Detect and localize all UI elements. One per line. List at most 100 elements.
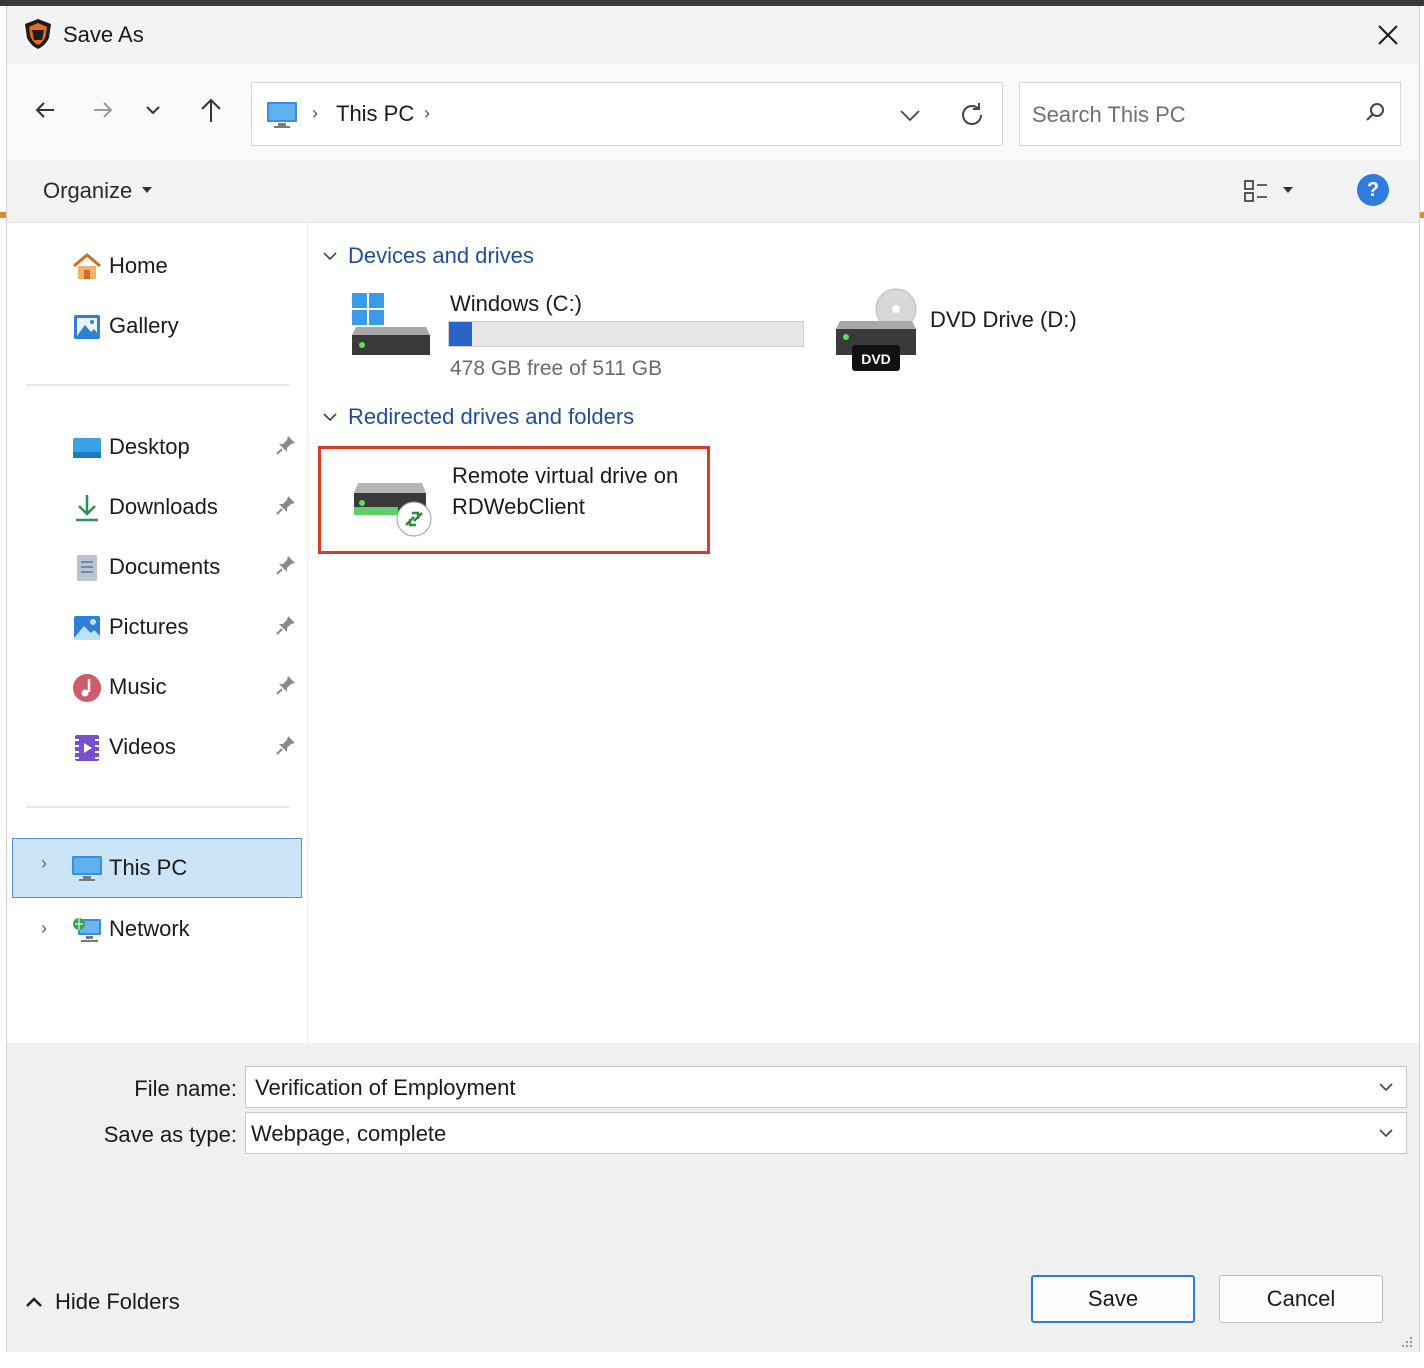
- save-button[interactable]: Save: [1031, 1275, 1195, 1323]
- music-icon: [73, 674, 101, 702]
- videos-icon: [75, 735, 99, 761]
- up-button[interactable]: [191, 90, 231, 130]
- sidebar-item-music[interactable]: Music: [7, 662, 307, 712]
- resize-grip-icon[interactable]: [1399, 1334, 1413, 1348]
- group-title: Devices and drives: [348, 243, 534, 268]
- sidebar-item-this-pc[interactable]: › This PC: [12, 838, 302, 898]
- sidebar-item-documents[interactable]: Documents: [7, 542, 307, 592]
- recent-locations-button[interactable]: [133, 90, 173, 130]
- chevron-down-icon: [900, 110, 920, 122]
- title-bar: Save As: [7, 6, 1419, 64]
- save-button-label: Save: [1087, 1286, 1139, 1311]
- refresh-icon: [962, 103, 982, 125]
- sidebar-item-label: Pictures: [109, 614, 189, 639]
- pictures-icon: [74, 616, 100, 640]
- command-bar: Organize ?: [7, 160, 1419, 223]
- back-button[interactable]: [25, 90, 65, 130]
- pin-icon[interactable]: [275, 674, 297, 696]
- sidebar-item-label: Documents: [109, 554, 221, 579]
- sidebar-item-desktop[interactable]: Desktop: [7, 422, 307, 472]
- file-name-combobox[interactable]: [245, 1066, 1407, 1109]
- drive-usage-fill: [449, 322, 472, 346]
- help-icon: ?: [1366, 178, 1380, 201]
- sidebar-item-videos[interactable]: Videos: [7, 722, 307, 772]
- pin-icon[interactable]: [275, 494, 297, 516]
- hide-folders-button[interactable]: Hide Folders: [25, 1289, 180, 1315]
- chevron-down-icon: [323, 413, 337, 422]
- breadcrumb-expand[interactable]: ›: [424, 103, 430, 124]
- sidebar-item-label: Music: [109, 674, 167, 699]
- sidebar-item-network[interactable]: › Network: [7, 904, 307, 954]
- chevron-down-icon: [323, 252, 337, 261]
- file-name-dropdown[interactable]: [1374, 1075, 1398, 1099]
- forward-button[interactable]: [83, 90, 123, 130]
- window-title: Save As: [63, 22, 144, 47]
- sidebar-item-downloads[interactable]: Downloads: [7, 482, 307, 532]
- this-pc-icon: [72, 856, 102, 881]
- sidebar-item-gallery[interactable]: Gallery: [7, 301, 307, 351]
- save-options-panel: File name: Save as type: Webpage, comple…: [7, 1043, 1419, 1352]
- address-history-dropdown[interactable]: [892, 97, 928, 133]
- save-type-label: Save as type:: [103, 1122, 237, 1147]
- pin-icon[interactable]: [275, 434, 297, 456]
- pin-icon[interactable]: [275, 554, 297, 576]
- refresh-button[interactable]: [952, 95, 992, 135]
- arrow-right-icon: [94, 102, 113, 118]
- search-icon: [1366, 103, 1384, 121]
- drive-usage-bar: [448, 321, 804, 347]
- file-list-pane: Devices and drives Windows (C:) 478 GB f…: [308, 223, 1419, 1043]
- sidebar-item-label: Gallery: [109, 313, 179, 338]
- drive-windows-c[interactable]: Windows (C:) 478 GB free of 511 GB: [338, 283, 838, 393]
- sidebar-item-pictures[interactable]: Pictures: [7, 602, 307, 652]
- save-type-select[interactable]: Webpage, complete: [245, 1112, 1407, 1154]
- drive-free-space: 478 GB free of 511 GB: [450, 357, 663, 380]
- arrow-left-icon: [35, 102, 54, 118]
- group-header-devices[interactable]: Devices and drives: [322, 243, 534, 269]
- drive-name: DVD Drive (D:): [930, 307, 1077, 332]
- dvd-badge: DVD: [861, 351, 891, 367]
- view-options-icon: [1244, 180, 1267, 202]
- hard-drive-windows-icon: [352, 293, 430, 355]
- sidebar-item-label: This PC: [109, 855, 188, 880]
- group-header-redirected[interactable]: Redirected drives and folders: [322, 404, 634, 430]
- pin-icon[interactable]: [275, 734, 297, 756]
- organize-button[interactable]: Organize: [43, 178, 153, 204]
- sidebar-item-label: Videos: [109, 734, 176, 759]
- sidebar-divider: [27, 384, 289, 386]
- documents-icon: [77, 555, 97, 581]
- expand-chevron-icon[interactable]: ›: [41, 853, 47, 874]
- desktop-icon: [73, 438, 101, 458]
- save-type-value: Webpage, complete: [251, 1121, 447, 1146]
- sidebar-item-label: Downloads: [109, 494, 218, 519]
- file-name-label: File name:: [134, 1076, 237, 1101]
- highlight-annotation-box: [318, 446, 710, 554]
- save-type-dropdown[interactable]: [1374, 1121, 1398, 1145]
- address-bar[interactable]: › This PC ›: [251, 82, 1003, 146]
- help-button[interactable]: ?: [1357, 174, 1389, 206]
- sidebar-item-label: Desktop: [109, 434, 190, 459]
- downloads-icon: [76, 495, 98, 522]
- change-view-button[interactable]: [1243, 174, 1311, 208]
- close-button[interactable]: [1367, 14, 1409, 56]
- network-icon: [73, 918, 101, 942]
- pin-icon[interactable]: [275, 614, 297, 636]
- arrow-up-icon: [201, 98, 221, 122]
- drive-name: Windows (C:): [450, 291, 583, 316]
- file-name-input[interactable]: [246, 1067, 1367, 1109]
- cancel-button[interactable]: Cancel: [1219, 1275, 1383, 1323]
- this-pc-icon: [267, 102, 297, 128]
- search-input[interactable]: [1020, 83, 1354, 147]
- sidebar-divider: [27, 806, 289, 808]
- breadcrumb-this-pc[interactable]: This PC: [336, 101, 414, 127]
- navigation-pane: Home Gallery Desktop Downloads Documents…: [7, 223, 308, 1043]
- search-box[interactable]: [1019, 82, 1401, 147]
- sidebar-item-home[interactable]: Home: [7, 241, 307, 291]
- chevron-down-icon: [146, 106, 160, 115]
- gallery-icon: [74, 315, 100, 339]
- sidebar-item-label: Home: [109, 253, 168, 278]
- sidebar-item-label: Network: [109, 916, 190, 941]
- expand-chevron-icon[interactable]: ›: [41, 918, 47, 939]
- caret-down-icon: [142, 187, 153, 193]
- chevron-down-icon: [1379, 1129, 1393, 1138]
- drive-dvd-d[interactable]: DVD DVD Drive (D:): [828, 287, 1128, 377]
